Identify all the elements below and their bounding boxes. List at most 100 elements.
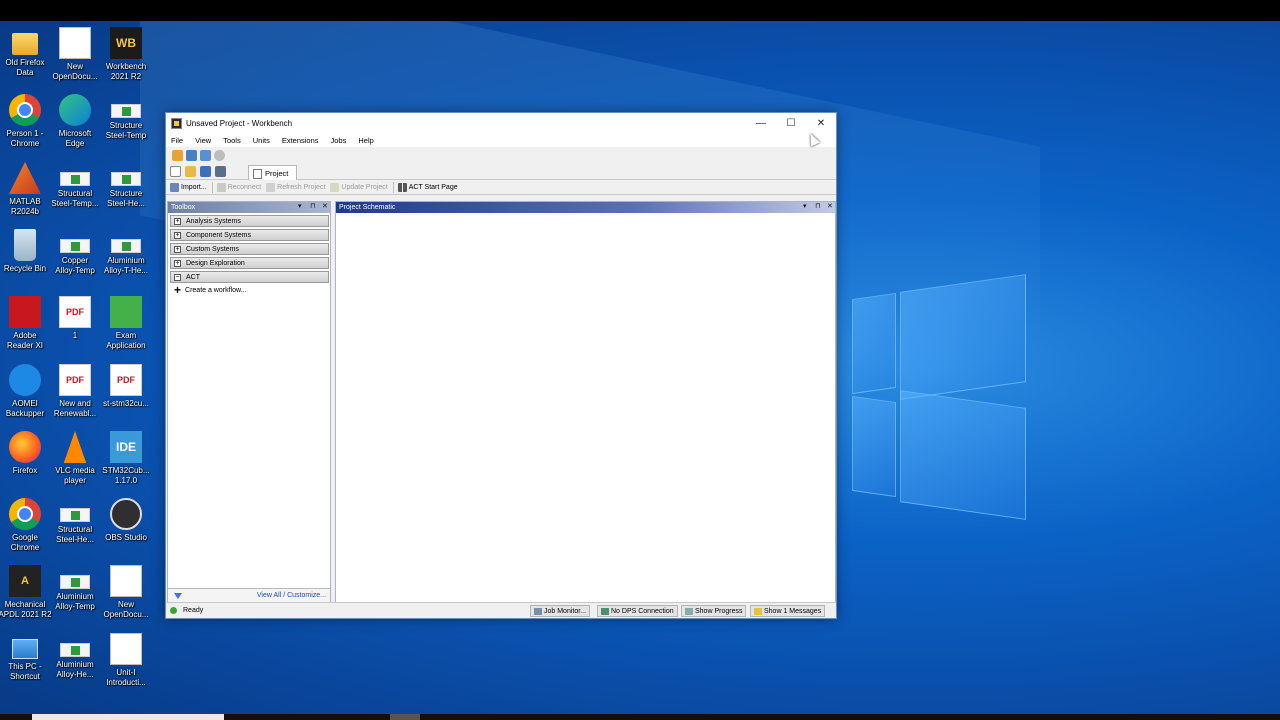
desktop-icon-new-opendoc-2[interactable]: New OpenDocu... <box>98 565 154 620</box>
title-bar[interactable]: Unsaved Project - Workbench — ☐ ✕ <box>166 113 836 133</box>
menu-view[interactable]: View <box>195 136 211 145</box>
desktop-icon-exam-application[interactable]: Exam Application <box>98 296 154 351</box>
desktop-icon-aluminium-alloy-he[interactable]: Aluminium Alloy-He... <box>47 633 103 680</box>
windows-logo-pane-br <box>900 390 1026 520</box>
desktop-icon-aluminium-alloy-t-he[interactable]: Aluminium Alloy-T-He... <box>98 229 154 276</box>
job-monitor-button[interactable]: Job Monitor... <box>530 605 591 617</box>
show-messages-button[interactable]: Show 1 Messages <box>750 605 826 617</box>
desktop-icon-obs[interactable]: OBS Studio <box>98 498 154 543</box>
dps-connection-button[interactable]: No DPS Connection <box>597 605 678 617</box>
desktop-icon-pdf-1[interactable]: PDF 1 <box>47 296 103 341</box>
save-icon[interactable] <box>200 165 211 177</box>
desktop-icon-st-stm32[interactable]: PDF st-stm32cu... <box>98 364 154 409</box>
material-file-icon <box>60 575 90 589</box>
act-start-page-button[interactable]: ACT Start Page <box>397 182 458 192</box>
desktop-icon-copper-alloy-temp[interactable]: Copper Alloy-Temp <box>47 229 103 276</box>
pane-close-icon[interactable]: ✕ <box>322 202 328 210</box>
desktop-icon-firefox[interactable]: Firefox <box>0 431 53 476</box>
toolbox-category-component-systems[interactable]: + Component Systems <box>170 229 329 241</box>
obs-icon <box>110 498 142 530</box>
menu-jobs[interactable]: Jobs <box>331 136 347 145</box>
desktop-icon-this-pc[interactable]: This PC - Shortcut <box>0 633 53 682</box>
desktop-icon-old-firefox-data[interactable]: Old Firefox Data <box>0 27 53 78</box>
desktop-icon-matlab[interactable]: MATLAB R2024b <box>0 162 53 217</box>
desktop-icon-adobe-reader[interactable]: Adobe Reader XI <box>0 296 53 351</box>
update-project-button[interactable]: Update Project <box>330 182 388 192</box>
extension-load-icon[interactable] <box>172 149 183 161</box>
taskbar-search-box[interactable] <box>32 714 224 720</box>
firefox-icon <box>9 431 41 463</box>
top-black-bar <box>0 0 1280 21</box>
project-schematic-pane[interactable]: Project Schematic ▾ ⊓ ✕ <box>335 201 836 603</box>
desktop-icon-recycle-bin[interactable]: Recycle Bin <box>0 229 53 274</box>
desktop-icon-structural-steel-temp[interactable]: Structural Steel-Temp... <box>47 162 103 209</box>
grid-icon <box>397 182 407 192</box>
pin-icon[interactable]: ⊓ <box>310 202 315 210</box>
ansys-workbench-icon: WB <box>110 27 142 59</box>
workbench-app-icon <box>171 117 182 129</box>
material-file-icon <box>60 239 90 253</box>
document-icon <box>110 565 142 597</box>
desktop-icon-vlc[interactable]: VLC media player <box>47 431 103 486</box>
progress-icon <box>685 607 693 615</box>
maximize-button[interactable]: ☐ <box>776 113 806 133</box>
close-button[interactable]: ✕ <box>806 113 836 133</box>
menu-file[interactable]: File <box>171 136 183 145</box>
expand-icon: + <box>174 245 181 253</box>
pane-menu-chevron-icon[interactable]: ▾ <box>803 202 807 210</box>
toolbox-footer: View All / Customize... <box>168 588 330 602</box>
tab-project[interactable]: Project <box>248 165 298 180</box>
desktop-icon-new-opendoc[interactable]: New OpenDocu... <box>47 27 103 82</box>
desktop-icon-structure-steel-he[interactable]: Structure Steel-He... <box>98 162 154 209</box>
desktop-icon-aluminium-alloy-temp[interactable]: Aluminium Alloy-Temp <box>47 565 103 612</box>
pane-menu-chevron-icon[interactable]: ▾ <box>298 202 302 210</box>
plus-icon: + <box>174 283 182 297</box>
minimize-button[interactable]: — <box>746 113 776 133</box>
new-file-icon[interactable] <box>170 165 181 177</box>
desktop-icon-stm32cube-ide[interactable]: IDE STM32Cub... 1.17.0 <box>98 431 154 486</box>
import-button[interactable]: Import... <box>170 182 207 192</box>
toolbox-category-design-exploration[interactable]: + Design Exploration <box>170 257 329 269</box>
schematic-header: Project Schematic ▾ ⊓ ✕ <box>336 202 835 213</box>
collapse-icon: − <box>174 273 181 281</box>
desktop-icon-structural-steel-he[interactable]: Structural Steel-He... <box>47 498 103 545</box>
toolbox-category-act[interactable]: − ACT <box>170 271 329 283</box>
view-all-customize-link[interactable]: View All / Customize... <box>257 592 326 599</box>
extensions-toolbar <box>166 147 836 163</box>
material-file-icon <box>60 508 90 522</box>
desktop-icon-structure-steel-temp[interactable]: Structure Steel-Temp <box>98 94 154 141</box>
pane-close-icon[interactable]: ✕ <box>827 202 833 210</box>
extension-manager-icon[interactable] <box>186 149 197 161</box>
toolbox-category-custom-systems[interactable]: + Custom Systems <box>170 243 329 255</box>
windows-logo-pane-bl <box>852 395 896 498</box>
desktop-icon-google-chrome[interactable]: Google Chrome <box>0 498 53 553</box>
filter-icon[interactable] <box>174 592 182 599</box>
refresh-project-button[interactable]: Refresh Project <box>266 182 325 192</box>
menu-extensions[interactable]: Extensions <box>282 136 319 145</box>
desktop-icon-aomei[interactable]: AOMEI Backupper <box>0 364 53 419</box>
menu-help[interactable]: Help <box>358 136 373 145</box>
taskbar-active-app[interactable] <box>390 714 420 720</box>
show-progress-button[interactable]: Show Progress <box>681 605 747 617</box>
desktop-icon-workbench[interactable]: WB Workbench 2021 R2 <box>98 27 154 82</box>
menu-tools[interactable]: Tools <box>223 136 241 145</box>
desktop-icon-person1-chrome[interactable]: Person 1 - Chrome <box>0 94 53 149</box>
expand-icon: + <box>174 217 181 225</box>
desktop-icon-new-and-renewable[interactable]: PDF New and Renewabl... <box>47 364 103 419</box>
create-workflow-item[interactable]: + Create a workflow... <box>168 283 330 297</box>
status-text: Ready <box>183 607 204 614</box>
ansys-mechanical-icon: A <box>9 565 41 597</box>
toolbox-category-analysis-systems[interactable]: + Analysis Systems <box>170 215 329 227</box>
folder-icon <box>12 33 38 55</box>
reconnect-button[interactable]: Reconnect <box>216 182 261 192</box>
desktop-icon-unit-i-intro[interactable]: Unit-I Introducti... <box>98 633 154 688</box>
extension-disabled-icon[interactable] <box>214 149 225 161</box>
menu-units[interactable]: Units <box>253 136 270 145</box>
desktop-icon-edge[interactable]: Microsoft Edge <box>47 94 103 149</box>
adobe-reader-icon <box>9 296 41 328</box>
open-folder-icon[interactable] <box>185 165 196 177</box>
pin-icon[interactable]: ⊓ <box>815 202 820 210</box>
extension-build-icon[interactable] <box>200 149 211 161</box>
desktop-icon-mechanical-apdl[interactable]: A Mechanical APDL 2021 R2 <box>0 565 53 620</box>
save-as-icon[interactable] <box>215 165 226 177</box>
